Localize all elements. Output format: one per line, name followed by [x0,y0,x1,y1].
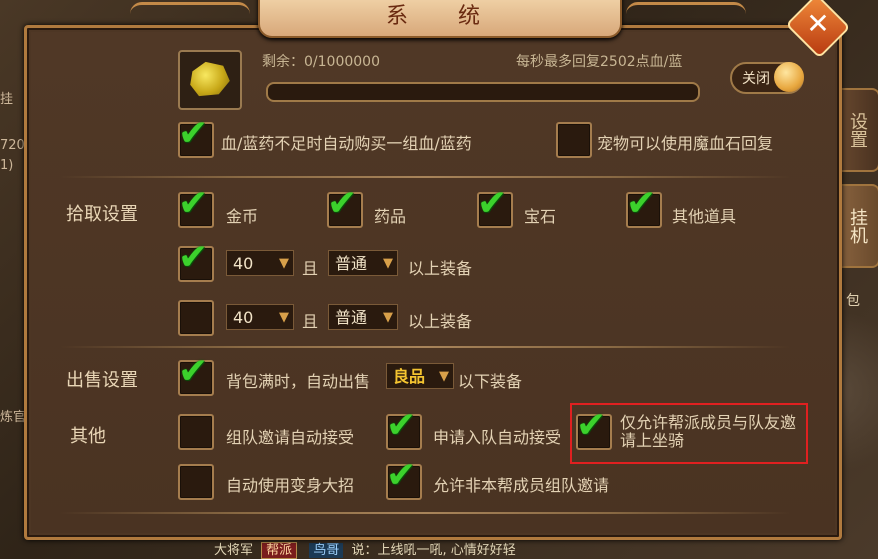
dialog-content: 剩余：0/1000000 每秒最多回复2502点血/蓝 关闭 ✔ 血/蓝药不足时… [0,0,878,559]
remaining-label: 剩余：0/1000000 [262,54,380,70]
pickup-other-label: 其他道具 [672,207,737,226]
pickup-section-label: 拾取设置 [66,204,138,225]
other-section-label: 其他 [70,426,106,447]
auto-accept-team-invite-label: 组队邀请自动接受 [226,428,355,447]
pickup-potion-label: 药品 [374,207,407,226]
mount-invite-restrict-checkbox[interactable]: ✔ [576,406,612,450]
mount-invite-restrict-label: 仅允许帮派成员与队友邀请上坐骑 [620,413,797,450]
blood-stone-item-slot[interactable] [178,50,242,110]
check-icon: ✔ [327,183,358,224]
sell-section-label: 出售设置 [66,370,138,391]
check-icon: ✔ [386,455,417,496]
pickup-gem-checkbox[interactable]: ✔ [477,184,513,228]
equip-suffix-label: 以上装备 [408,312,473,331]
pickup-gold-checkbox[interactable]: ✔ [178,184,214,228]
auto-transform-skill-label: 自动使用变身大招 [226,476,355,495]
auto-buy-potion-checkbox[interactable]: ✔ [178,114,214,158]
chevron-down-icon: ▼ [383,310,393,325]
toggle-label: 关闭 [742,71,770,87]
sell-quality-select[interactable]: 良品 ▼ [386,363,454,389]
check-icon: ✔ [576,405,607,446]
auto-accept-join-request-label: 申请入队自动接受 [433,428,562,447]
recovery-progress-bar [266,82,700,102]
pickup-equip-checkbox-2[interactable] [178,300,214,336]
sell-suffix-label: 以下装备 [458,372,523,391]
auto-accept-team-invite-checkbox[interactable] [178,414,214,450]
check-icon: ✔ [178,113,209,154]
check-icon: ✔ [178,183,209,224]
toggle-knob [774,62,804,92]
pet-blood-stone-label: 宠物可以使用魔血石回复 [597,134,774,153]
pet-blood-stone-checkbox[interactable] [556,122,592,158]
allow-non-guild-invite-label: 允许非本帮成员组队邀请 [433,476,610,495]
divider [60,512,790,514]
recovery-rate-label: 每秒最多回复2502点血/蓝 [516,54,683,70]
pickup-other-checkbox[interactable]: ✔ [626,184,662,228]
pickup-equip-checkbox-1[interactable]: ✔ [178,238,214,282]
pickup-potion-checkbox[interactable]: ✔ [327,184,363,228]
chevron-down-icon: ▼ [383,256,393,271]
equip-level-select-2[interactable]: 40 ▼ [226,304,294,330]
chevron-down-icon: ▼ [279,256,289,271]
pickup-gem-label: 宝石 [524,207,557,226]
divider [60,176,790,178]
sell-quality-value: 良品 [393,367,426,386]
equip-level-value: 40 [233,254,254,273]
check-icon: ✔ [178,237,209,278]
recovery-toggle[interactable]: 关闭 [730,62,804,94]
chevron-down-icon: ▼ [439,369,449,384]
equip-level-select-1[interactable]: 40 ▼ [226,250,294,276]
equip-quality-value: 普通 [335,254,368,273]
auto-sell-label: 背包满时，自动出售 [226,372,371,391]
check-icon: ✔ [386,405,417,446]
allow-non-guild-invite-checkbox[interactable]: ✔ [386,456,422,500]
blood-stone-icon [190,61,230,97]
chevron-down-icon: ▼ [279,310,289,325]
and-label: 且 [302,312,319,331]
pickup-gold-label: 金币 [226,207,259,226]
equip-level-value: 40 [233,308,254,327]
auto-accept-join-request-checkbox[interactable]: ✔ [386,406,422,450]
equip-suffix-label: 以上装备 [408,259,473,278]
check-icon: ✔ [178,351,209,392]
auto-transform-skill-checkbox[interactable] [178,464,214,500]
auto-sell-checkbox[interactable]: ✔ [178,352,214,396]
auto-buy-potion-label: 血/蓝药不足时自动购买一组血/蓝药 [221,134,472,153]
check-icon: ✔ [477,183,508,224]
check-icon: ✔ [626,183,657,224]
equip-quality-select-1[interactable]: 普通 ▼ [328,250,398,276]
equip-quality-value: 普通 [335,308,368,327]
divider [60,346,790,348]
equip-quality-select-2[interactable]: 普通 ▼ [328,304,398,330]
and-label: 且 [302,259,319,278]
